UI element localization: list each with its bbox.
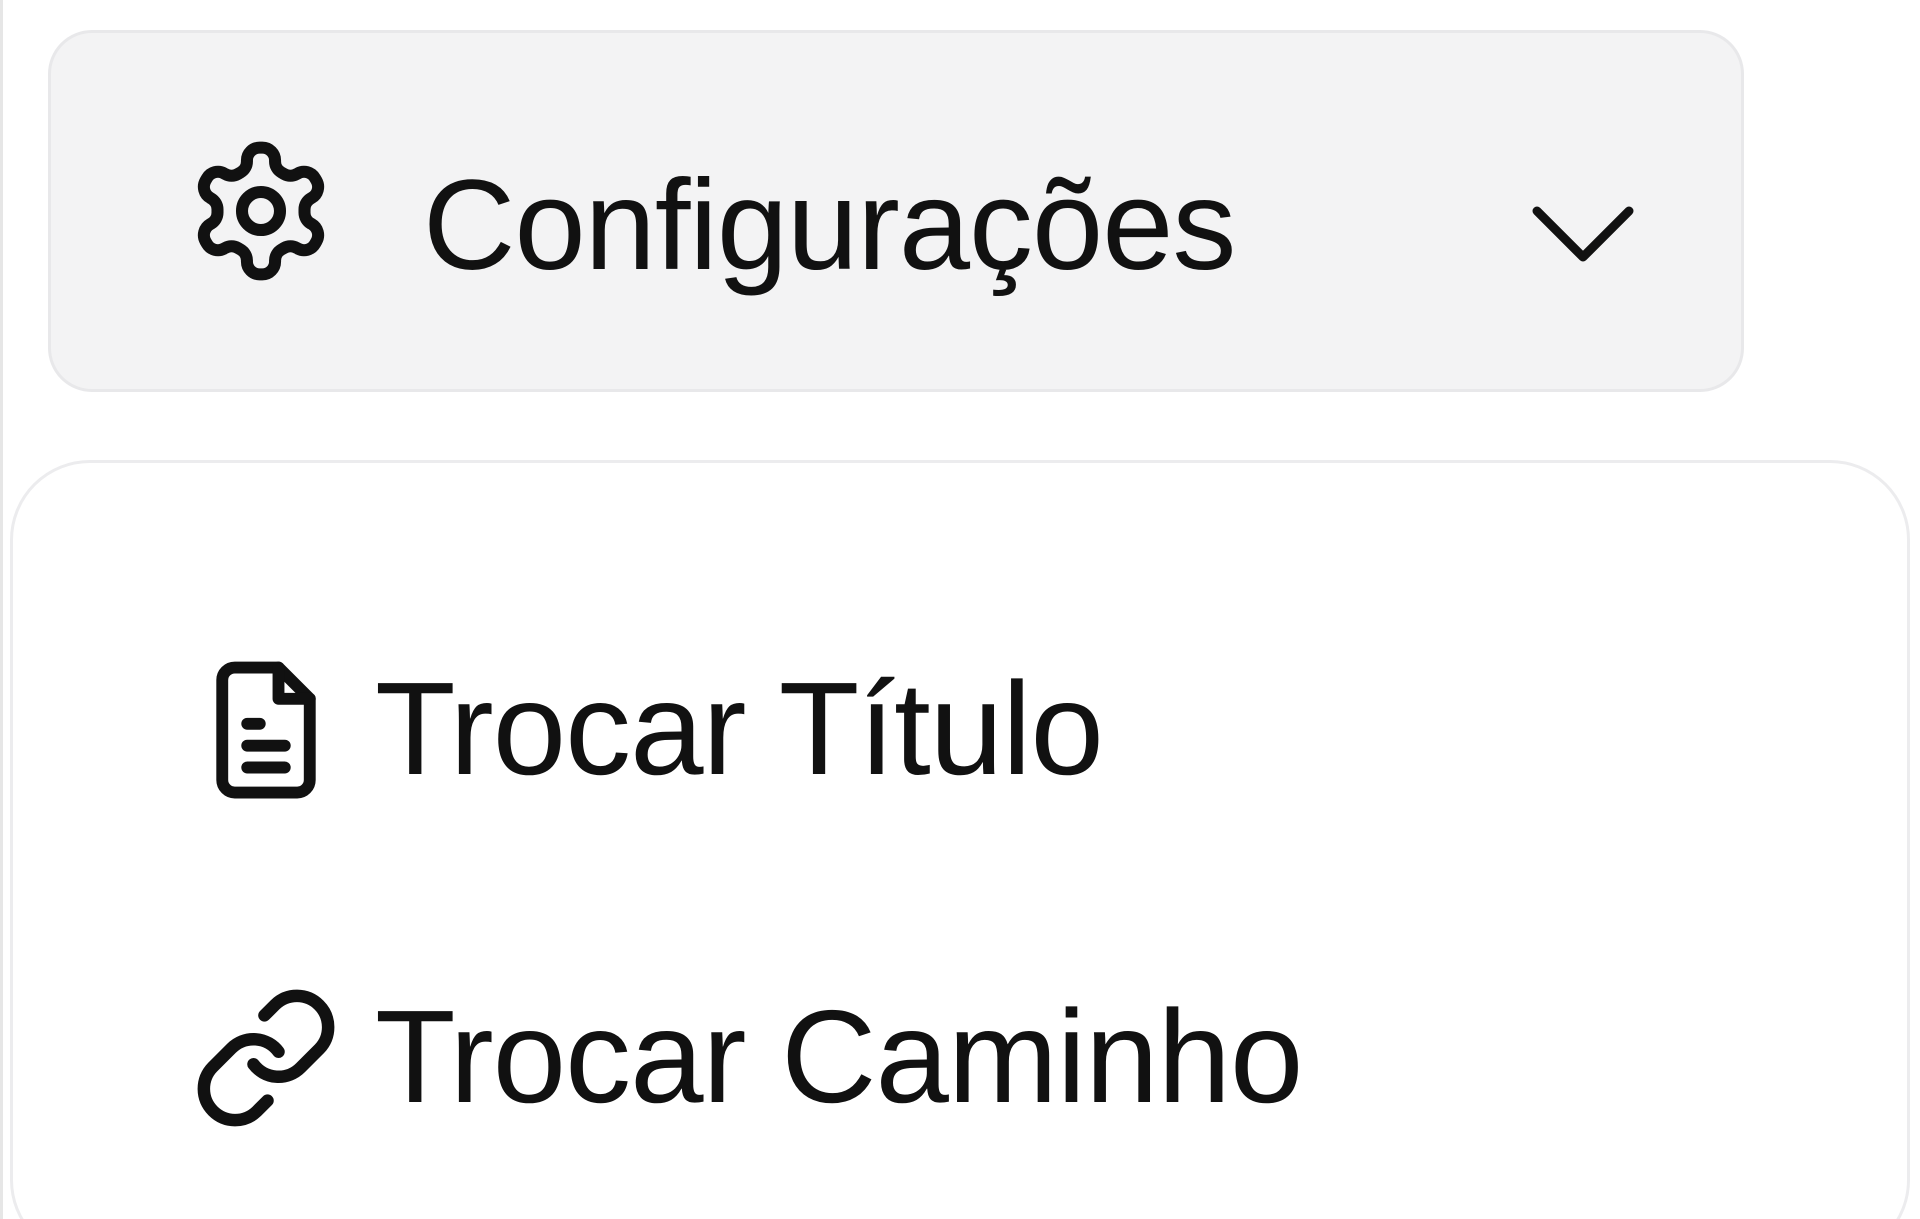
menu-item-change-title[interactable]: Trocar Título (13, 583, 1893, 873)
menu-item-label: Trocar Caminho (375, 983, 1303, 1130)
settings-dropdown-menu: Trocar Título Trocar Caminho (10, 460, 1910, 1219)
gear-icon (185, 135, 337, 287)
document-icon (191, 655, 341, 805)
menu-item-label: Trocar Título (375, 655, 1104, 802)
link-icon (191, 983, 341, 1133)
menu-item-change-path[interactable]: Trocar Caminho (13, 911, 1893, 1201)
chevron-down-icon (1527, 197, 1639, 277)
left-divider (0, 0, 3, 1219)
settings-dropdown-button[interactable]: Configurações (48, 30, 1744, 392)
settings-button-label: Configurações (423, 154, 1236, 297)
settings-dropdown-page: Configurações Trocar Título Trocar Camin… (0, 0, 1920, 1219)
